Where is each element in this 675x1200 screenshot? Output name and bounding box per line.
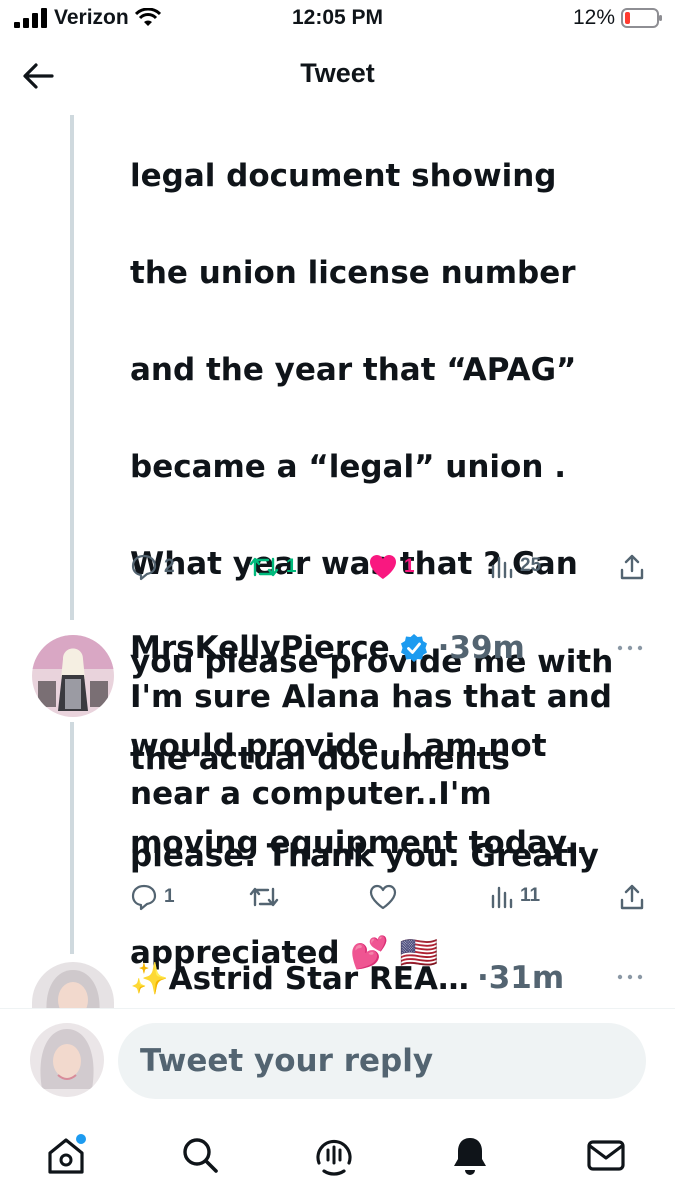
status-bar: Verizon 12:05 PM 12% bbox=[0, 0, 675, 40]
notifications-icon bbox=[454, 1138, 486, 1175]
tab-home[interactable] bbox=[44, 1133, 88, 1177]
tweet-time: ·39m bbox=[437, 630, 525, 666]
like-button[interactable]: 1 bbox=[368, 553, 415, 581]
avatar-image bbox=[32, 635, 114, 717]
heart-icon bbox=[369, 884, 397, 910]
tab-messages[interactable] bbox=[584, 1133, 628, 1177]
page-title: Tweet bbox=[300, 58, 375, 88]
share-button[interactable] bbox=[618, 553, 646, 581]
reply-button[interactable]: 1 bbox=[130, 883, 175, 911]
author-name[interactable]: MrsKellyPierce bbox=[130, 630, 390, 666]
reply-composer: Tweet your reply bbox=[0, 1008, 675, 1114]
reply-button[interactable]: 2 bbox=[130, 553, 175, 581]
bottom-tab-bar bbox=[0, 1115, 675, 1200]
retweet-button[interactable] bbox=[248, 883, 280, 911]
views-icon bbox=[491, 886, 513, 909]
my-avatar[interactable] bbox=[30, 1023, 104, 1097]
reply-count: 1 bbox=[164, 886, 175, 907]
search-icon bbox=[183, 1138, 218, 1173]
reply-tweet-actions: 1 11 bbox=[130, 883, 650, 919]
views-button[interactable]: 11 bbox=[490, 883, 540, 909]
share-icon bbox=[620, 554, 644, 580]
tab-spaces[interactable] bbox=[312, 1133, 356, 1177]
heart-icon bbox=[370, 555, 396, 579]
tweet-text-line: became a “legal” union . bbox=[130, 449, 566, 486]
tab-search[interactable] bbox=[178, 1133, 222, 1177]
tweet-time: ·31m bbox=[476, 960, 565, 996]
verified-badge-icon bbox=[400, 634, 427, 662]
author-name[interactable]: ✨Astrid Star REA… bbox=[130, 960, 469, 997]
more-options-icon[interactable] bbox=[615, 972, 645, 982]
thread-line bbox=[70, 722, 74, 954]
share-button[interactable] bbox=[618, 883, 646, 911]
share-icon bbox=[620, 884, 644, 910]
views-button[interactable]: 25 bbox=[490, 553, 541, 579]
avatar[interactable] bbox=[32, 962, 114, 1008]
battery-group: 12% bbox=[573, 6, 663, 30]
battery-icon bbox=[621, 8, 662, 28]
tweet-text-line: and the year that “APAG” bbox=[130, 351, 577, 388]
next-tweet-header: ✨Astrid Star REA… ·31m bbox=[130, 956, 650, 1000]
avatar[interactable] bbox=[32, 635, 114, 717]
retweet-icon bbox=[249, 887, 279, 907]
retweet-icon bbox=[249, 557, 279, 577]
thread-line bbox=[70, 115, 74, 620]
reply-tweet-text: I'm sure Alana has that and would provid… bbox=[130, 679, 612, 861]
retweet-button[interactable]: 1 bbox=[248, 553, 297, 581]
views-count: 11 bbox=[520, 885, 541, 906]
retweet-count: 1 bbox=[286, 556, 297, 577]
messages-icon bbox=[587, 1140, 625, 1171]
main-tweet-actions: 2 1 1 25 bbox=[130, 553, 650, 589]
views-count: 25 bbox=[520, 555, 542, 576]
tweet-text-line: legal document showing bbox=[130, 157, 557, 194]
tweet-text-line: the union license number bbox=[130, 254, 576, 291]
avatar-image bbox=[32, 962, 114, 1008]
tab-notifications[interactable] bbox=[448, 1133, 492, 1177]
avatar-image bbox=[30, 1023, 104, 1097]
reply-count: 2 bbox=[164, 556, 175, 577]
reply-icon bbox=[131, 554, 157, 581]
reply-tweet-header: MrsKellyPierce ·39m bbox=[130, 626, 650, 670]
views-icon bbox=[491, 556, 513, 579]
like-count: 1 bbox=[404, 556, 415, 577]
reply-icon bbox=[131, 884, 157, 911]
like-button[interactable] bbox=[368, 883, 398, 911]
more-options-icon[interactable] bbox=[615, 643, 645, 653]
reply-input[interactable]: Tweet your reply bbox=[118, 1023, 646, 1099]
battery-percent: 12% bbox=[572, 6, 615, 29]
home-icon bbox=[48, 1134, 86, 1174]
spaces-icon bbox=[316, 1139, 352, 1176]
header: Tweet bbox=[0, 42, 675, 112]
